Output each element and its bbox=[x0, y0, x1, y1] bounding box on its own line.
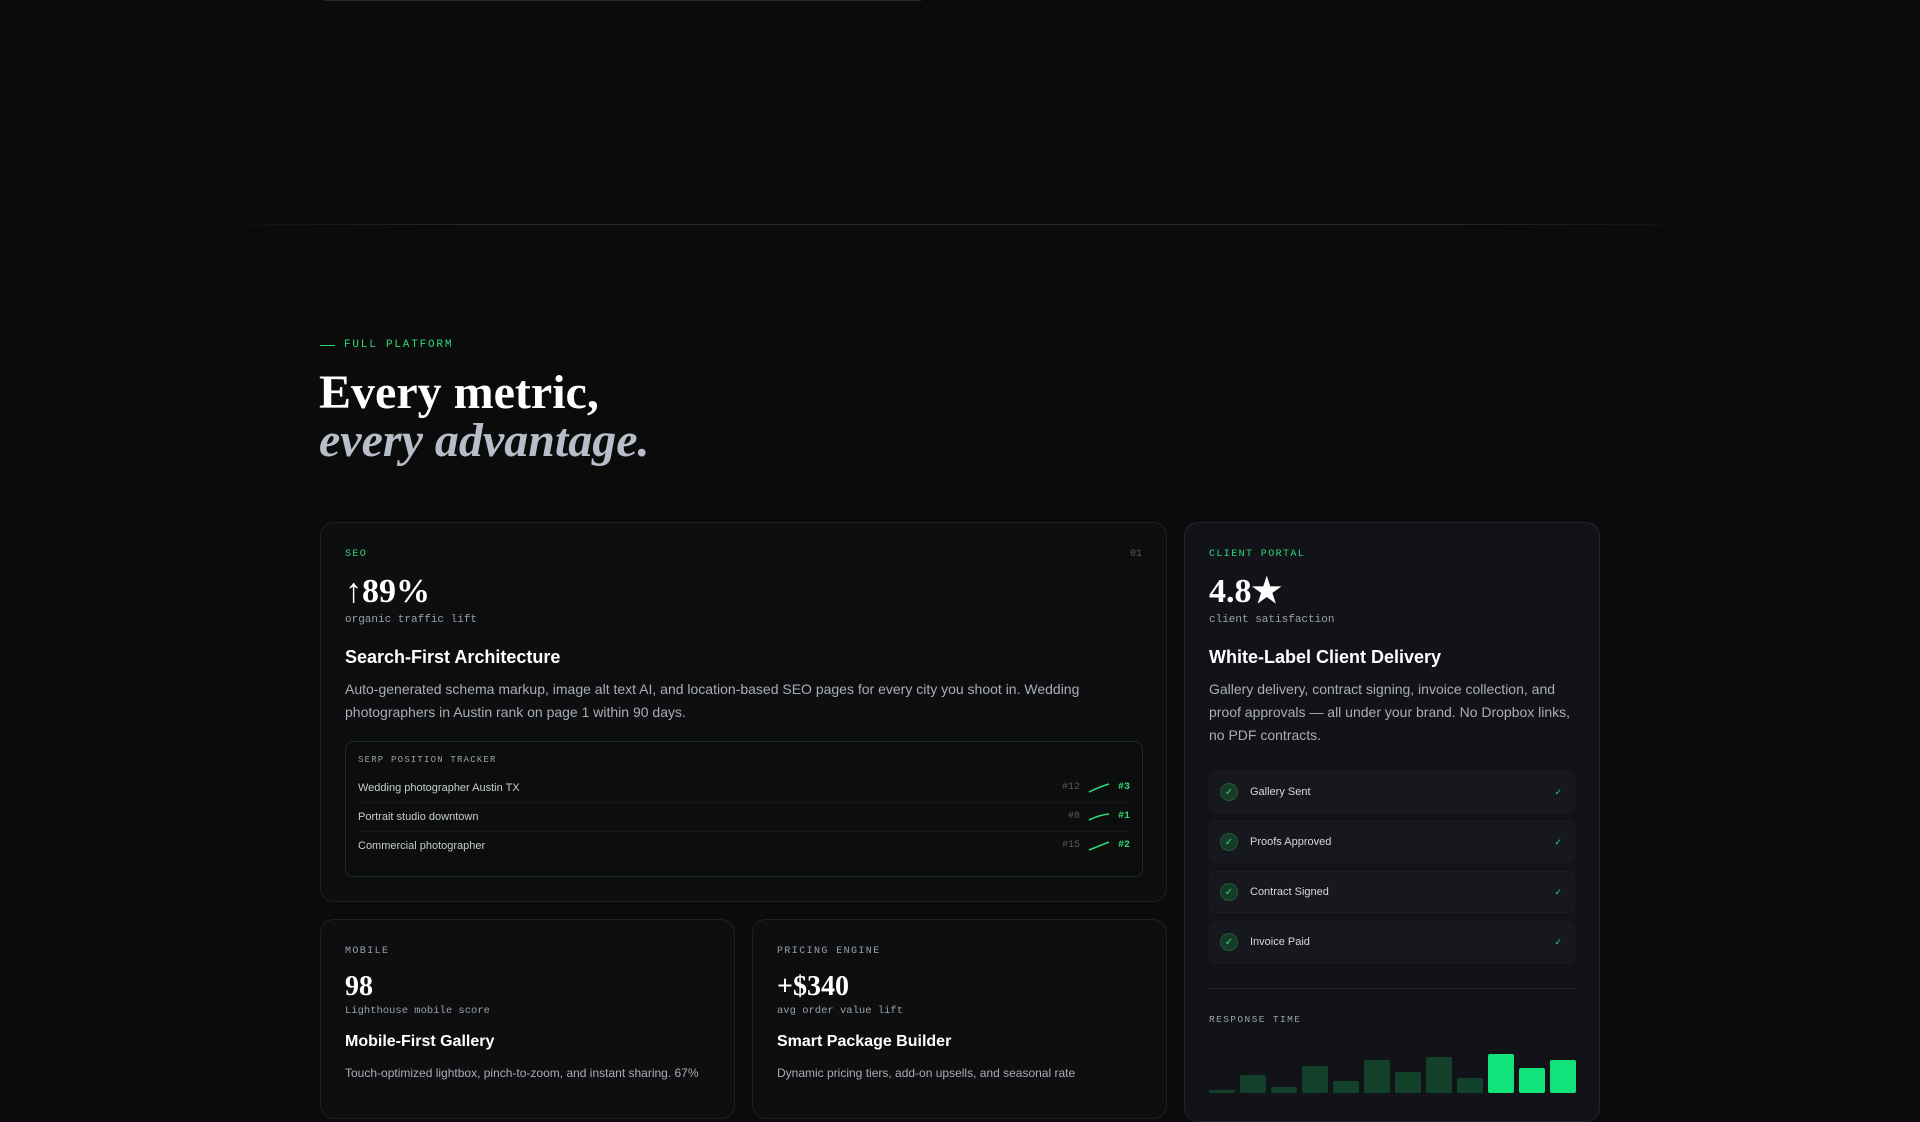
check-circle-icon: ✓ bbox=[1220, 833, 1238, 851]
card-number: 01 bbox=[1129, 549, 1142, 560]
response-time-bar bbox=[1550, 1060, 1576, 1093]
tracker-keyword: Wedding photographer Austin TX bbox=[358, 781, 520, 794]
pricing-metric-label: avg order value lift bbox=[777, 1005, 904, 1017]
pricing-metric: +$340 bbox=[777, 971, 849, 1002]
tracker-from: #12 bbox=[1061, 782, 1080, 793]
mobile-description: Touch-optimized lightbox, pinch-to-zoom,… bbox=[345, 1066, 699, 1080]
section-eyebrow: FULL PLATFORM bbox=[320, 339, 453, 351]
response-time-bar bbox=[1271, 1087, 1297, 1093]
tracker-row: Commercial photographer #15 #2 bbox=[358, 831, 1130, 860]
response-time-bar bbox=[1209, 1090, 1235, 1093]
trend-up-icon bbox=[1088, 782, 1110, 793]
mobile-card: MOBILE 98 Lighthouse mobile score Mobile… bbox=[320, 919, 735, 1119]
response-time-bar bbox=[1364, 1060, 1390, 1093]
tracker-to: #2 bbox=[1117, 840, 1130, 851]
portal-tag: CLIENT PORTAL bbox=[1209, 549, 1306, 560]
check-circle-icon: ✓ bbox=[1220, 883, 1238, 901]
response-time-chart bbox=[1209, 1033, 1576, 1093]
portal-title: White-Label Client Delivery bbox=[1209, 647, 1442, 667]
tracker-label: SERP POSITION TRACKER bbox=[358, 755, 497, 765]
check-icon: ✓ bbox=[1554, 836, 1562, 847]
seo-metric: ↑89% bbox=[345, 573, 430, 610]
seo-metric-label: organic traffic lift bbox=[345, 614, 478, 626]
check-icon: ✓ bbox=[1554, 936, 1562, 947]
tracker-to: #3 bbox=[1117, 782, 1130, 793]
status-item-gallery-sent[interactable]: ✓ Gallery Sent ✓ bbox=[1209, 771, 1575, 813]
status-item-invoice-paid[interactable]: ✓ Invoice Paid ✓ bbox=[1209, 921, 1575, 963]
eyebrow-dash bbox=[320, 344, 335, 346]
client-portal-card: CLIENT PORTAL 4.8★ client satisfaction W… bbox=[1184, 522, 1600, 1122]
seo-title: Search-First Architecture bbox=[345, 647, 561, 667]
status-label: Gallery Sent bbox=[1250, 786, 1311, 798]
delivery-status-list: ✓ Gallery Sent ✓ ✓ Proofs Approved ✓ ✓ C… bbox=[1209, 771, 1575, 971]
trend-up-icon bbox=[1088, 812, 1110, 821]
response-time-bar bbox=[1426, 1057, 1452, 1093]
section-heading: Every metric, bbox=[319, 366, 599, 419]
check-icon: ✓ bbox=[1554, 786, 1562, 797]
response-time-bar bbox=[1519, 1068, 1545, 1093]
pricing-tag: PRICING ENGINE bbox=[777, 946, 881, 957]
response-time-label: RESPONSE TIME bbox=[1209, 1014, 1302, 1025]
portal-description: Gallery delivery, contract signing, invo… bbox=[1209, 681, 1571, 743]
check-icon: ✓ bbox=[1554, 886, 1562, 897]
tracker-from: #15 bbox=[1061, 840, 1080, 851]
check-circle-icon: ✓ bbox=[1220, 933, 1238, 951]
tracker-to: #1 bbox=[1117, 811, 1130, 822]
response-time-bar bbox=[1240, 1075, 1266, 1093]
tracker-from: #8 bbox=[1067, 811, 1080, 822]
seo-card: SEO 01 ↑89% organic traffic lift Search-… bbox=[320, 522, 1167, 902]
seo-description: Auto-generated schema markup, image alt … bbox=[345, 681, 1080, 720]
mobile-title: Mobile-First Gallery bbox=[345, 1033, 495, 1050]
portal-divider bbox=[1209, 988, 1575, 989]
pricing-engine-card: PRICING ENGINE +$340 avg order value lif… bbox=[752, 919, 1167, 1119]
portal-metric: 4.8★ bbox=[1209, 573, 1282, 610]
pricing-description: Dynamic pricing tiers, add-on upsells, a… bbox=[777, 1066, 1076, 1080]
mobile-metric: 98 bbox=[345, 971, 373, 1002]
status-item-contract-signed[interactable]: ✓ Contract Signed ✓ bbox=[1209, 871, 1575, 913]
top-divider bbox=[325, 0, 921, 1]
status-label: Invoice Paid bbox=[1250, 936, 1310, 948]
tracker-row: Wedding photographer Austin TX #12 #3 bbox=[358, 773, 1130, 803]
seo-tag: SEO bbox=[345, 549, 368, 560]
response-time-bar bbox=[1488, 1054, 1514, 1093]
trend-up-icon bbox=[1088, 840, 1110, 851]
status-label: Proofs Approved bbox=[1250, 836, 1332, 848]
tracker-keyword: Portrait studio downtown bbox=[358, 810, 479, 823]
pricing-title: Smart Package Builder bbox=[777, 1033, 952, 1050]
mobile-tag: MOBILE bbox=[345, 946, 390, 957]
tracker-keyword: Commercial photographer bbox=[358, 839, 486, 852]
check-circle-icon: ✓ bbox=[1220, 783, 1238, 801]
status-item-proofs-approved[interactable]: ✓ Proofs Approved ✓ bbox=[1209, 821, 1575, 863]
response-time-bar bbox=[1395, 1072, 1421, 1093]
status-label: Contract Signed bbox=[1250, 886, 1329, 898]
section-heading-italic: every advantage. bbox=[319, 414, 650, 467]
response-time-bar bbox=[1457, 1078, 1483, 1093]
serp-tracker: SERP POSITION TRACKER Wedding photograph… bbox=[345, 741, 1143, 877]
mobile-metric-label: Lighthouse mobile score bbox=[345, 1005, 490, 1017]
tracker-row: Portrait studio downtown #8 #1 bbox=[358, 802, 1130, 832]
eyebrow-label: FULL PLATFORM bbox=[344, 339, 454, 351]
section-divider bbox=[200, 224, 1720, 225]
portal-metric-label: client satisfaction bbox=[1209, 614, 1335, 626]
response-time-bar bbox=[1333, 1081, 1359, 1093]
